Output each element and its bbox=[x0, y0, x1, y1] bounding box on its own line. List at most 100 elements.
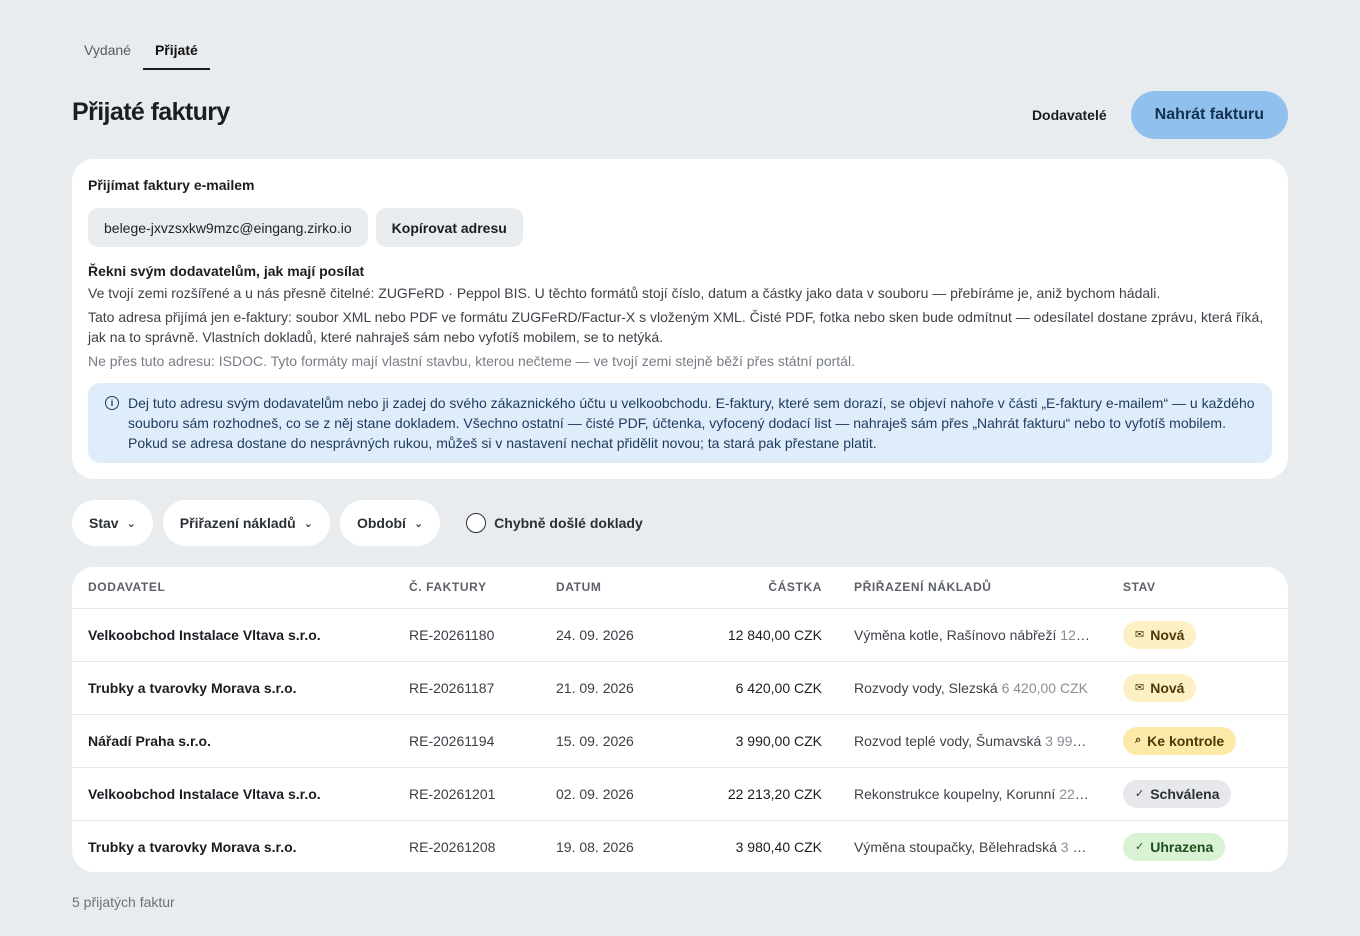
invoice-number-cell: RE-20261180 bbox=[393, 608, 540, 662]
status-badge: ✓ Schválena bbox=[1123, 779, 1232, 808]
faulty-documents-toggle[interactable]: Chybně došlé doklady bbox=[466, 513, 643, 533]
status-label: Nová bbox=[1150, 626, 1185, 643]
chevron-down-icon: ⌄ bbox=[413, 517, 424, 530]
supplier-cell: Nářadí Praha s.r.o. bbox=[72, 714, 393, 768]
column-header-invoice-no[interactable]: Č. FAKTURY bbox=[393, 567, 540, 609]
status-label: Ke kontrole bbox=[1147, 732, 1225, 749]
table-header-row: DODAVATEL Č. FAKTURY DATUM ČÁSTKA PŘIŘAZ… bbox=[72, 567, 1288, 609]
status-icon: ✓ bbox=[1135, 788, 1145, 800]
tab-received[interactable]: Přijaté bbox=[142, 30, 210, 70]
amount-cell: 22 213,20 CZK bbox=[664, 767, 838, 821]
invoice-table-card: DODAVATEL Č. FAKTURY DATUM ČÁSTKA PŘIŘAZ… bbox=[72, 567, 1288, 872]
status-badge: ✉ Nová bbox=[1123, 673, 1197, 702]
supplier-cell: Velkoobchod Instalace Vltava s.r.o. bbox=[72, 608, 393, 662]
cost-assignment-name: Rozvod teplé vody, Šumavská bbox=[854, 732, 1042, 749]
date-cell: 15. 09. 2026 bbox=[540, 714, 664, 768]
info-box: i Dej tuto adresu svým dodavatelům nebo … bbox=[88, 383, 1272, 463]
cost-assignment-name: Rekonstrukce koupelny, Korunní bbox=[854, 785, 1056, 802]
status-badge: ✉ Nová bbox=[1123, 620, 1197, 649]
cost-assignment-name: Výměna stoupačky, Bělehradská bbox=[854, 838, 1057, 855]
invoice-count: 5 přijatých faktur bbox=[72, 894, 175, 910]
amount-cell: 6 420,00 CZK bbox=[664, 661, 838, 715]
supplier-cell: Trubky a tvarovky Morava s.r.o. bbox=[72, 661, 393, 715]
status-badge: ⌕ Ke kontrole bbox=[1123, 726, 1237, 755]
cost-assignment-amount: 22 213,20 CZK bbox=[1059, 785, 1107, 802]
status-cell: ✓ Uhrazena bbox=[1107, 820, 1288, 872]
status-icon: ✉ bbox=[1135, 682, 1145, 694]
cost-assignment-name: Výměna kotle, Rašínovo nábřeží bbox=[854, 626, 1057, 643]
cost-assignment-amount: 12 840,00 CZK bbox=[1060, 626, 1107, 643]
status-label: Uhrazena bbox=[1150, 838, 1214, 855]
supplier-cell: Velkoobchod Instalace Vltava s.r.o. bbox=[72, 767, 393, 821]
column-header-cost-assignment[interactable]: PŘIŘAZENÍ NÁKLADŮ bbox=[838, 567, 1107, 609]
table-row[interactable]: Trubky a tvarovky Morava s.r.o. RE-202612… bbox=[72, 820, 1288, 872]
column-header-amount[interactable]: ČÁSTKA bbox=[664, 567, 838, 609]
status-cell: ✓ Schválena bbox=[1107, 767, 1288, 821]
column-header-date[interactable]: DATUM bbox=[540, 567, 664, 609]
not-accepted-paragraph: Ne přes tuto adresu: ISDOC. Tyto formáty… bbox=[88, 353, 855, 369]
table-row[interactable]: Velkoobchod Instalace Vltava s.r.o. RE-20… bbox=[72, 767, 1288, 821]
faulty-documents-label: Chybně došlé doklady bbox=[494, 515, 643, 531]
amount-cell: 3 990,00 CZK bbox=[664, 714, 838, 768]
invoice-number-cell: RE-20261208 bbox=[409, 838, 496, 855]
status-label: Nová bbox=[1150, 679, 1185, 696]
date-cell: 21. 09. 2026 bbox=[540, 661, 664, 715]
cost-assignment-cell: Výměna kotle, Rašínovo nábřeží 12 840,00… bbox=[838, 608, 1107, 662]
amount-cell: 3 980,40 CZK bbox=[735, 838, 822, 855]
address-row: belege-jxvzsxkw9mzc@eingang.zirko.io Kop… bbox=[88, 208, 1272, 247]
status-icon: ✓ bbox=[1135, 841, 1145, 854]
intake-email-address[interactable]: belege-jxvzsxkw9mzc@eingang.zirko.io bbox=[88, 208, 368, 247]
cost-assignment-amount: 3 990,00 CZK bbox=[1045, 732, 1107, 749]
status-cell: ⌕ Ke kontrole bbox=[1107, 714, 1288, 768]
cost-assignment-filter[interactable]: Přiřazení nákladů ⌄ bbox=[162, 500, 330, 546]
status-label: Schválena bbox=[1150, 785, 1220, 802]
suppliers-button[interactable]: Dodavatelé bbox=[1032, 107, 1107, 123]
status-badge: ✓ Uhrazena bbox=[1123, 832, 1226, 861]
email-card-title: Přijímat faktury e-mailem bbox=[88, 177, 255, 193]
cost-assignment-amount: 6 420,00 CZK bbox=[1001, 679, 1088, 696]
instructions-title: Řekni svým dodavatelům, jak mají posílat bbox=[88, 263, 365, 279]
table-row[interactable]: Nářadí Praha s.r.o. RE-20261194 15. 09. 20… bbox=[72, 714, 1288, 768]
chevron-down-icon: ⌄ bbox=[126, 517, 136, 530]
column-header-status[interactable]: STAV bbox=[1107, 567, 1288, 609]
cost-assignment-cell: Výměna stoupačky, Bělehradská 3 980,40 C… bbox=[838, 820, 1107, 872]
invoice-number-cell: RE-20261194 bbox=[393, 714, 540, 768]
page-title: Přijaté faktury bbox=[72, 98, 230, 126]
date-cell: 02. 09. 2026 bbox=[540, 767, 664, 821]
invoice-table: DODAVATEL Č. FAKTURY DATUM ČÁSTKA PŘIŘAZ… bbox=[72, 567, 1288, 872]
column-header-supplier[interactable]: DODAVATEL bbox=[72, 567, 393, 609]
supplier-cell: Trubky a tvarovky Morava s.r.o. bbox=[88, 838, 297, 855]
status-icon: ⌕ bbox=[1135, 734, 1142, 746]
status-filter-label: Stav bbox=[89, 515, 119, 531]
cost-assignment-amount: 3 980,40 CZK bbox=[1060, 838, 1107, 855]
info-icon: i bbox=[105, 396, 119, 410]
cost-assignment-cell: Rozvody vody, Slezská 6 420,00 CZK bbox=[838, 661, 1107, 715]
filter-bar: Stav ⌄ Přiřazení nákladů ⌄ Období ⌄ Chyb… bbox=[72, 500, 643, 546]
upload-invoice-button[interactable]: Nahrát fakturu bbox=[1130, 91, 1288, 139]
status-cell: ✉ Nová bbox=[1107, 661, 1288, 715]
copy-address-button[interactable]: Kopírovat adresu bbox=[375, 208, 523, 247]
formats-paragraph: Ve tvojí zemi rozšířené a u nás přesně č… bbox=[88, 285, 1161, 301]
header-actions: Dodavatelé Nahrát fakturu bbox=[1032, 91, 1288, 139]
cost-assignment-cell: Rekonstrukce koupelny, Korunní 22 213,20… bbox=[838, 767, 1107, 821]
period-filter[interactable]: Období ⌄ bbox=[339, 500, 441, 546]
period-filter-label: Období bbox=[356, 515, 406, 531]
info-text: Dej tuto adresu svým dodavatelům nebo ji… bbox=[128, 395, 1255, 451]
cost-assignment-cell: Rozvod teplé vody, Šumavská 3 990,00 CZK bbox=[838, 714, 1107, 768]
status-icon: ✉ bbox=[1135, 629, 1145, 641]
tab-bar: Vydané Přijaté bbox=[72, 30, 210, 70]
invoice-number-cell: RE-20261201 bbox=[393, 767, 540, 821]
table-row[interactable]: Velkoobchod Instalace Vltava s.r.o. RE-20… bbox=[72, 608, 1288, 662]
accepts-paragraph: Tato adresa přijímá jen e-faktury: soubo… bbox=[88, 309, 1264, 345]
faulty-documents-checkbox[interactable] bbox=[466, 513, 487, 533]
date-cell: 19. 08. 2026 bbox=[556, 838, 634, 855]
invoice-number-cell: RE-20261187 bbox=[393, 661, 540, 715]
status-filter[interactable]: Stav ⌄ bbox=[72, 500, 153, 546]
cost-assignment-filter-label: Přiřazení nákladů bbox=[179, 515, 296, 531]
amount-cell: 12 840,00 CZK bbox=[664, 608, 838, 662]
cost-assignment-name: Rozvody vody, Slezská bbox=[854, 679, 998, 696]
date-cell: 24. 09. 2026 bbox=[540, 608, 664, 662]
table-row[interactable]: Trubky a tvarovky Morava s.r.o. RE-202611… bbox=[72, 661, 1288, 715]
status-cell: ✉ Nová bbox=[1107, 608, 1288, 662]
tab-issued[interactable]: Vydané bbox=[72, 30, 143, 70]
